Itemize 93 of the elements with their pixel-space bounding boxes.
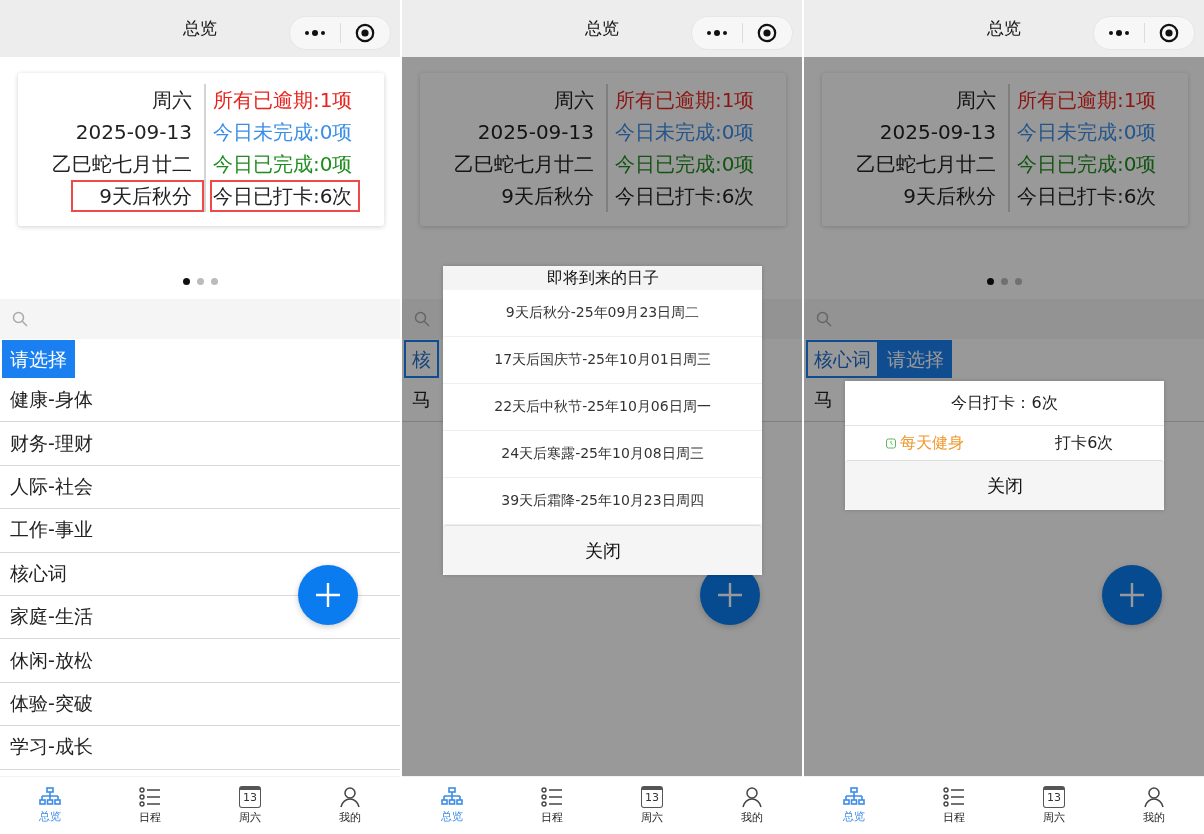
tab-label[interactable]: 周六 [641, 810, 663, 825]
page-dot[interactable] [1014, 278, 1022, 285]
page-dot[interactable] [1000, 278, 1008, 285]
date-info: 乙巳蛇七月廿二 [51, 151, 193, 178]
task-stat: 今日已打卡:6次 [614, 183, 756, 210]
plus-icon [1119, 582, 1145, 608]
tab-label[interactable]: 日程 [541, 810, 563, 825]
tab-label[interactable]: 我的 [741, 810, 763, 825]
task-stat: 今日已完成:0项 [614, 151, 756, 178]
upcoming-day-item[interactable]: 24天后寒露-25年10月08日周三 [443, 431, 762, 478]
page-dot[interactable] [210, 278, 218, 285]
list-icon [943, 786, 965, 808]
alarm-clock-icon [885, 437, 898, 449]
hierarchy-icon [843, 787, 865, 807]
task-stat: 今日未完成:0项 [1016, 119, 1158, 146]
task-stat: 今日已完成:0项 [212, 151, 354, 178]
date-info: 周六 [151, 87, 193, 114]
date-info: 2025-09-13 [74, 119, 193, 146]
list-icon [541, 786, 563, 808]
close-button[interactable]: 关闭 [443, 525, 762, 575]
hierarchy-icon [441, 787, 463, 807]
page-title: 总览 [183, 17, 217, 40]
calendar-icon: 13 [239, 786, 261, 808]
add-button[interactable] [298, 565, 358, 625]
search-field[interactable] [804, 299, 1204, 339]
calendar-icon: 13 [641, 786, 663, 808]
page-dot[interactable] [182, 278, 190, 285]
search-icon [12, 311, 28, 327]
category-item[interactable]: 体验-突破 [0, 682, 400, 727]
task-stat: 今日已打卡:6次 [210, 180, 361, 212]
task-stat: 今日未完成:0项 [212, 119, 354, 146]
category-item[interactable]: 人际-社会 [0, 465, 400, 510]
date-info: 9天后秋分 [902, 183, 997, 210]
upcoming-day-item[interactable]: 9天后秋分-25年09月23日周二 [443, 290, 762, 337]
category-filter[interactable]: 核心词 [806, 340, 879, 378]
person-icon [340, 786, 360, 808]
tab-label[interactable]: 总览 [39, 809, 61, 824]
dialog-title: 即将到来的日子 [443, 266, 762, 290]
date-info: 2025-09-13 [878, 119, 997, 146]
date-info: 乙巳蛇七月廿二 [453, 151, 595, 178]
page-dot[interactable] [986, 278, 994, 285]
category-item[interactable]: 休闲-放松 [0, 639, 400, 683]
tab-label[interactable]: 我的 [1143, 810, 1165, 825]
target-icon[interactable] [355, 23, 376, 43]
category-item[interactable]: 工作-事业 [0, 509, 400, 553]
list-icon [139, 786, 161, 808]
page-title: 总览 [585, 17, 619, 40]
tab-label[interactable]: 总览 [441, 809, 463, 824]
date-info: 乙巳蛇七月廿二 [855, 151, 997, 178]
date-info: 周六 [553, 87, 595, 114]
search-icon [414, 311, 430, 327]
calendar-icon: 13 [1043, 786, 1065, 808]
tab-label[interactable]: 日程 [139, 810, 161, 825]
person-icon [1144, 786, 1164, 808]
dialog-title: 今日打卡：6次 [845, 381, 1164, 426]
category-filter[interactable]: 请选择 [2, 340, 75, 378]
search-field[interactable] [0, 299, 400, 339]
task-stat: 所有已逾期:1项 [614, 87, 756, 114]
more-icon[interactable] [1107, 30, 1130, 36]
more-icon[interactable] [705, 30, 728, 36]
page-dot[interactable] [196, 278, 204, 285]
plus-icon [315, 582, 341, 608]
person-icon [742, 786, 762, 808]
tab-label[interactable]: 日程 [943, 810, 965, 825]
date-info: 9天后秋分 [500, 183, 595, 210]
category-item[interactable]: 财务-理财 [0, 422, 400, 466]
date-info: 2025-09-13 [476, 119, 595, 146]
task-stat: 所有已逾期:1项 [1016, 87, 1158, 114]
search-icon [816, 311, 832, 327]
task-stat: 今日已打卡:6次 [1016, 183, 1158, 210]
tab-label[interactable]: 周六 [1043, 810, 1065, 825]
category-filter[interactable]: 核 [404, 340, 439, 378]
tab-label[interactable]: 我的 [339, 810, 361, 825]
more-icon[interactable] [303, 30, 326, 36]
upcoming-day-item[interactable]: 17天后国庆节-25年10月01日周三 [443, 337, 762, 384]
date-info: 周六 [955, 87, 997, 114]
date-info: 9天后秋分 [71, 180, 204, 212]
task-stat: 今日未完成:0项 [614, 119, 756, 146]
upcoming-day-item[interactable]: 22天后中秋节-25年10月06日周一 [443, 384, 762, 431]
tab-label[interactable]: 周六 [239, 810, 261, 825]
task-stat: 所有已逾期:1项 [212, 87, 354, 114]
task-stat: 今日已完成:0项 [1016, 151, 1158, 178]
checkin-count: 打卡6次 [1055, 432, 1114, 454]
category-item[interactable]: 健康-身体 [0, 379, 400, 423]
page-title: 总览 [987, 17, 1021, 40]
target-icon[interactable] [1159, 23, 1180, 43]
close-button[interactable]: 关闭 [845, 460, 1164, 510]
hierarchy-icon [39, 787, 61, 807]
plus-icon [717, 582, 743, 608]
tab-label[interactable]: 总览 [843, 809, 865, 824]
target-icon[interactable] [757, 23, 778, 43]
category-item[interactable]: 学习-成长 [0, 726, 400, 770]
habit-name: 每天健身 [900, 432, 965, 454]
